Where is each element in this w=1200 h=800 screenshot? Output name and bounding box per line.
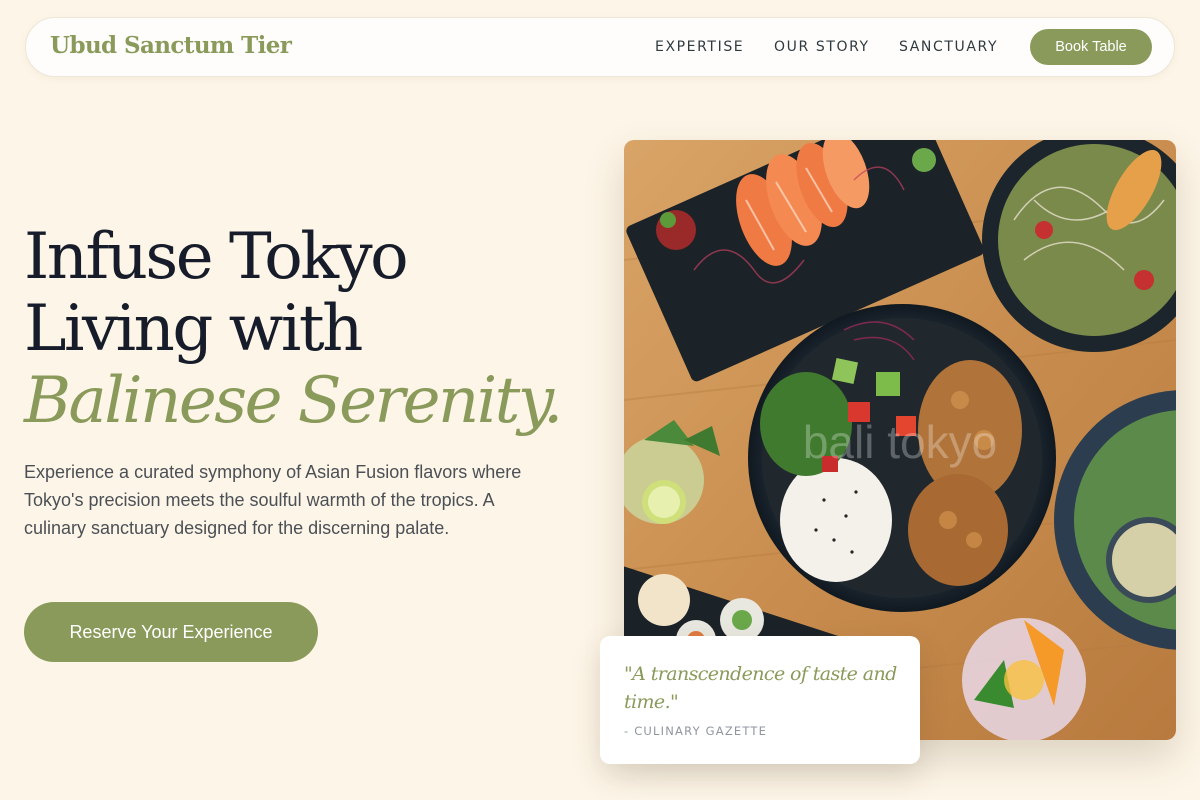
headline-accent: Balinese Serenity. [24, 364, 563, 438]
book-table-button[interactable]: Book Table [1030, 29, 1152, 65]
top-navbar: Ubud Sanctum Tier EXPERTISE OUR STORY SA… [25, 17, 1175, 77]
hero-description: Experience a curated symphony of Asian F… [24, 462, 522, 538]
testimonial-source: - CULINARY GAZETTE [624, 724, 768, 738]
reserve-experience-button[interactable]: Reserve Your Experience [24, 602, 318, 662]
headline-line-1: Infuse Tokyo [24, 220, 409, 294]
nav-link-sanctuary[interactable]: SANCTUARY [899, 39, 998, 55]
nav-link-expertise[interactable]: EXPERTISE [655, 39, 744, 55]
nav-link-our-story[interactable]: OUR STORY [774, 39, 870, 55]
headline-line-2: Living with [24, 292, 363, 366]
testimonial-quote: "A transcendence of taste and time." [624, 663, 897, 713]
hero-headline: Infuse Tokyo Living with Balinese Sereni… [24, 221, 624, 437]
brand-logo[interactable]: Ubud Sanctum Tier [50, 32, 292, 59]
testimonial-card: "A transcendence of taste and time." - C… [600, 636, 920, 764]
photo-watermark: bali tokyo [803, 416, 997, 468]
